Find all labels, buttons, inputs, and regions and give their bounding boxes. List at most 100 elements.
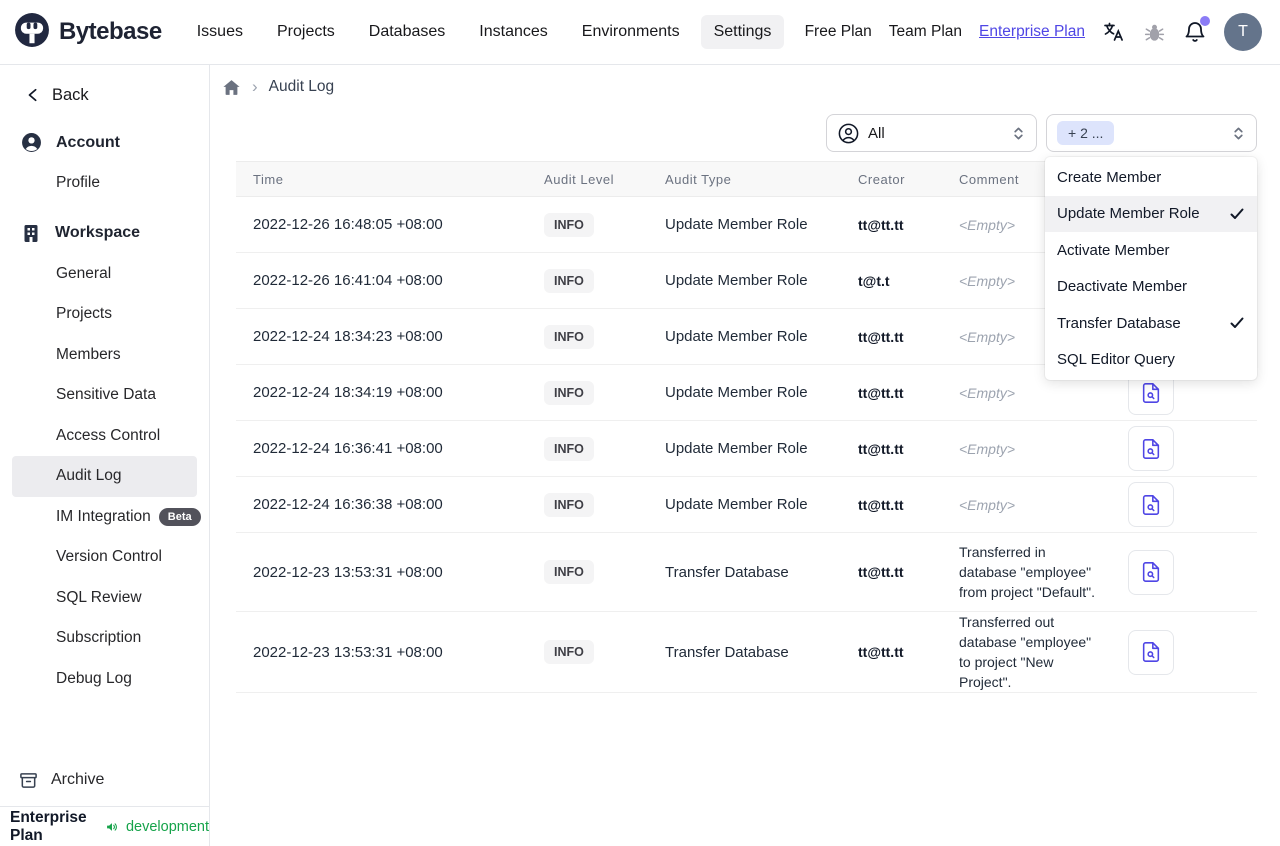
enterprise-plan-link[interactable]: Enterprise Plan xyxy=(979,23,1085,41)
sidebar-item-sql-review[interactable]: SQL Review xyxy=(0,578,209,619)
nav-issues[interactable]: Issues xyxy=(184,15,256,49)
header-creator: Creator xyxy=(858,171,905,187)
cell-creator: tt@tt.tt xyxy=(858,328,904,345)
menu-item-deactivate-member[interactable]: Deactivate Member xyxy=(1045,269,1257,306)
breadcrumb-separator: › xyxy=(252,77,258,96)
cell-creator: t@t.t xyxy=(858,272,890,289)
bytebase-logo-icon xyxy=(14,12,50,53)
audit-level-badge: INFO xyxy=(544,268,594,293)
audit-type-filter-value: + 2 ... xyxy=(1057,121,1115,145)
cell-audit-type: Update Member Role xyxy=(665,384,808,401)
user-circle-filled-icon xyxy=(22,133,41,152)
sidebar-item-sensitive-data[interactable]: Sensitive Data xyxy=(0,375,209,416)
sidebar-item-members[interactable]: Members xyxy=(0,335,209,376)
audit-level-badge: INFO xyxy=(544,492,594,517)
creator-filter-select[interactable]: All xyxy=(826,114,1037,152)
table-row: 2022-12-24 16:36:38 +08:00 INFO Update M… xyxy=(236,477,1257,533)
menu-item-update-member-role[interactable]: Update Member Role xyxy=(1045,195,1257,232)
back-label: Back xyxy=(52,85,89,104)
archive-button[interactable]: Archive xyxy=(0,761,209,799)
cell-creator: tt@tt.tt xyxy=(858,440,904,457)
cell-time: 2022-12-26 16:48:05 +08:00 xyxy=(253,216,443,233)
sidebar-item-version-control[interactable]: Version Control xyxy=(0,537,209,578)
notification-dot xyxy=(1200,16,1210,26)
sidebar-item-im-integration[interactable]: IM Integration Beta xyxy=(0,497,209,538)
nav-projects[interactable]: Projects xyxy=(264,15,348,49)
view-log-detail-button[interactable] xyxy=(1128,482,1174,527)
cell-comment: <Empty> xyxy=(959,384,1016,401)
team-plan-link[interactable]: Team Plan xyxy=(889,23,962,41)
view-log-detail-button[interactable] xyxy=(1128,549,1174,595)
view-log-detail-button[interactable] xyxy=(1128,629,1174,675)
audit-level-badge: INFO xyxy=(544,380,594,405)
chevron-up-down-icon xyxy=(1014,127,1023,139)
translate-icon[interactable] xyxy=(1102,20,1126,44)
audit-level-badge: INFO xyxy=(544,560,594,584)
nav-settings[interactable]: Settings xyxy=(700,15,785,49)
cell-comment: Transferred out database "employee" to p… xyxy=(959,614,1092,690)
sidebar-item-access-control[interactable]: Access Control xyxy=(0,416,209,457)
user-circle-icon xyxy=(838,123,859,143)
home-icon[interactable] xyxy=(222,78,241,97)
sidebar-item-debug-log[interactable]: Debug Log xyxy=(0,659,209,700)
nav-instances[interactable]: Instances xyxy=(466,15,560,49)
sidebar-item-general[interactable]: General xyxy=(0,254,209,295)
debug-log-label: Debug Log xyxy=(56,669,132,687)
audit-level-badge: INFO xyxy=(544,640,594,664)
back-button[interactable]: Back xyxy=(0,77,209,113)
archive-label: Archive xyxy=(51,771,105,788)
cell-creator: tt@tt.tt xyxy=(858,384,904,401)
menu-item-sql-editor-query[interactable]: SQL Editor Query xyxy=(1045,342,1257,379)
cell-creator: tt@tt.tt xyxy=(858,564,904,580)
check-icon xyxy=(1230,208,1244,219)
file-search-icon xyxy=(1142,382,1160,403)
cell-audit-type: Update Member Role xyxy=(665,328,808,345)
audit-type-filter-select[interactable]: + 2 ... xyxy=(1046,114,1257,152)
table-row: 2022-12-23 13:53:31 +08:00 INFO Transfer… xyxy=(236,612,1257,693)
members-label: Members xyxy=(56,345,121,363)
account-section-title: Account xyxy=(56,133,120,151)
free-plan-link[interactable]: Free Plan xyxy=(805,23,872,41)
audit-type-dropdown-menu: Create Member Update Member Role Activat… xyxy=(1045,157,1257,380)
menu-item-transfer-database[interactable]: Transfer Database xyxy=(1045,305,1257,342)
sql-review-label: SQL Review xyxy=(56,588,142,606)
menu-item-label: SQL Editor Query xyxy=(1057,351,1175,369)
view-log-detail-button[interactable] xyxy=(1128,426,1174,471)
menu-item-label: Transfer Database xyxy=(1057,314,1181,332)
sidebar-item-audit-log[interactable]: Audit Log xyxy=(12,456,197,497)
bug-icon[interactable] xyxy=(1143,21,1166,44)
breadcrumb-current: Audit Log xyxy=(268,78,335,95)
creator-filter-value: All xyxy=(868,124,885,142)
breadcrumb: › Audit Log xyxy=(222,75,334,99)
main-content: › Audit Log All + 2 ... Time Audit Level… xyxy=(210,65,1280,846)
main-nav: Issues Projects Databases Instances Envi… xyxy=(184,15,785,49)
cell-comment: Transferred in database "employee" from … xyxy=(959,544,1095,600)
menu-item-label: Update Member Role xyxy=(1057,205,1200,223)
cell-time: 2022-12-24 16:36:38 +08:00 xyxy=(253,496,443,513)
archive-box-icon xyxy=(20,772,37,788)
sidebar-item-subscription[interactable]: Subscription xyxy=(0,618,209,659)
top-navbar: Bytebase Issues Projects Databases Insta… xyxy=(0,0,1280,65)
avatar[interactable]: T xyxy=(1224,13,1262,51)
cell-audit-type: Update Member Role xyxy=(665,272,808,289)
bell-icon[interactable] xyxy=(1183,16,1210,44)
chevron-left-icon xyxy=(28,88,37,102)
bytebase-logo[interactable]: Bytebase xyxy=(14,12,162,53)
cell-time: 2022-12-26 16:41:04 +08:00 xyxy=(253,272,443,289)
header-audit-level: Audit Level xyxy=(544,171,615,187)
sidebar-item-profile[interactable]: Profile xyxy=(0,163,209,204)
menu-item-label: Deactivate Member xyxy=(1057,278,1188,296)
environment-label: development xyxy=(125,818,209,835)
cell-time: 2022-12-24 18:34:19 +08:00 xyxy=(253,384,443,401)
cell-audit-type: Transfer Database xyxy=(665,563,789,581)
current-plan-label: Enterprise Plan xyxy=(10,808,87,844)
menu-item-activate-member[interactable]: Activate Member xyxy=(1045,232,1257,269)
version-control-label: Version Control xyxy=(56,548,162,566)
nav-databases[interactable]: Databases xyxy=(356,15,459,49)
audit-level-badge: INFO xyxy=(544,324,594,349)
nav-environments[interactable]: Environments xyxy=(569,15,693,49)
sidebar-item-projects[interactable]: Projects xyxy=(0,294,209,335)
menu-item-create-member[interactable]: Create Member xyxy=(1045,159,1257,196)
audit-log-label: Audit Log xyxy=(56,467,122,485)
workspace-section-title: Workspace xyxy=(55,224,141,241)
